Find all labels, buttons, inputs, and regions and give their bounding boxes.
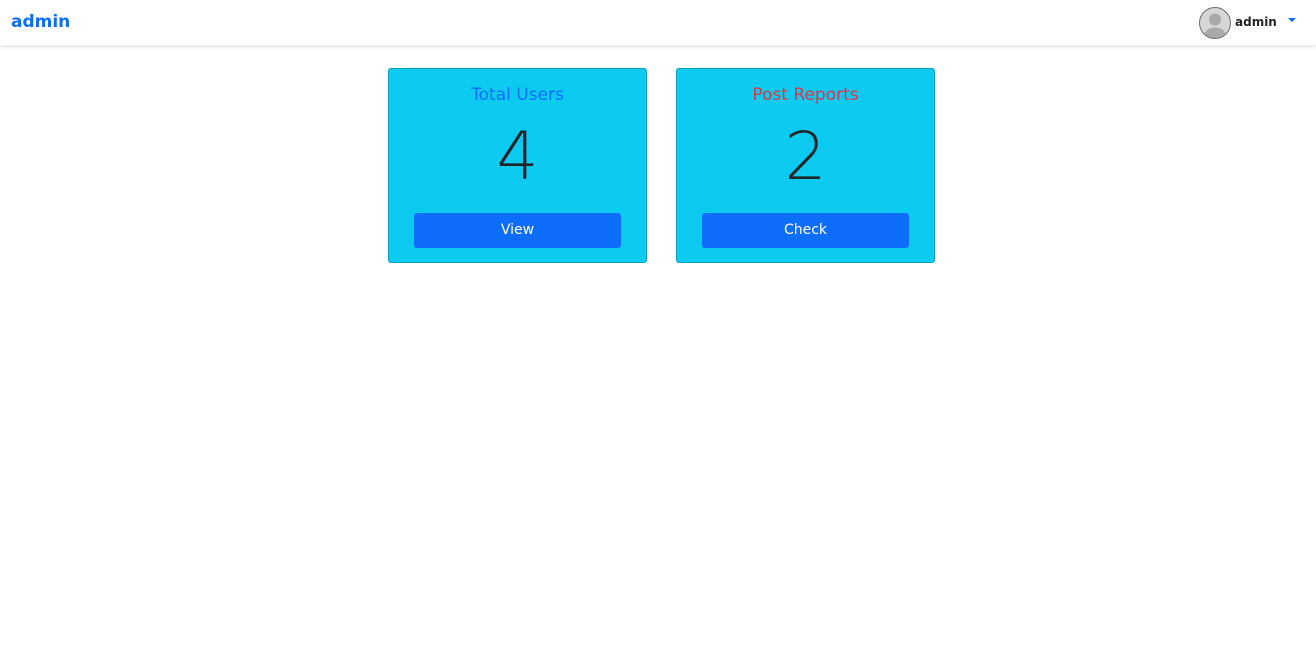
card-title-total-users: Total Users	[471, 85, 564, 105]
total-users-card: Total Users 4 View	[388, 68, 647, 263]
user-avatar-icon[interactable]	[1199, 7, 1231, 39]
brand-link[interactable]: admin	[11, 11, 70, 33]
post-reports-card: Post Reports 2 Check	[676, 68, 935, 263]
view-users-button[interactable]: View	[414, 213, 621, 248]
check-reports-button[interactable]: Check	[702, 213, 909, 248]
user-name[interactable]: admin	[1235, 15, 1277, 29]
post-reports-count: 2	[784, 118, 827, 195]
user-menu-dropdown[interactable]: admin	[1199, 7, 1304, 39]
caret-down-icon[interactable]	[1288, 18, 1296, 22]
card-title-post-reports: Post Reports	[752, 85, 859, 105]
total-users-count: 4	[496, 118, 539, 195]
top-navbar: admin admin	[0, 0, 1316, 46]
